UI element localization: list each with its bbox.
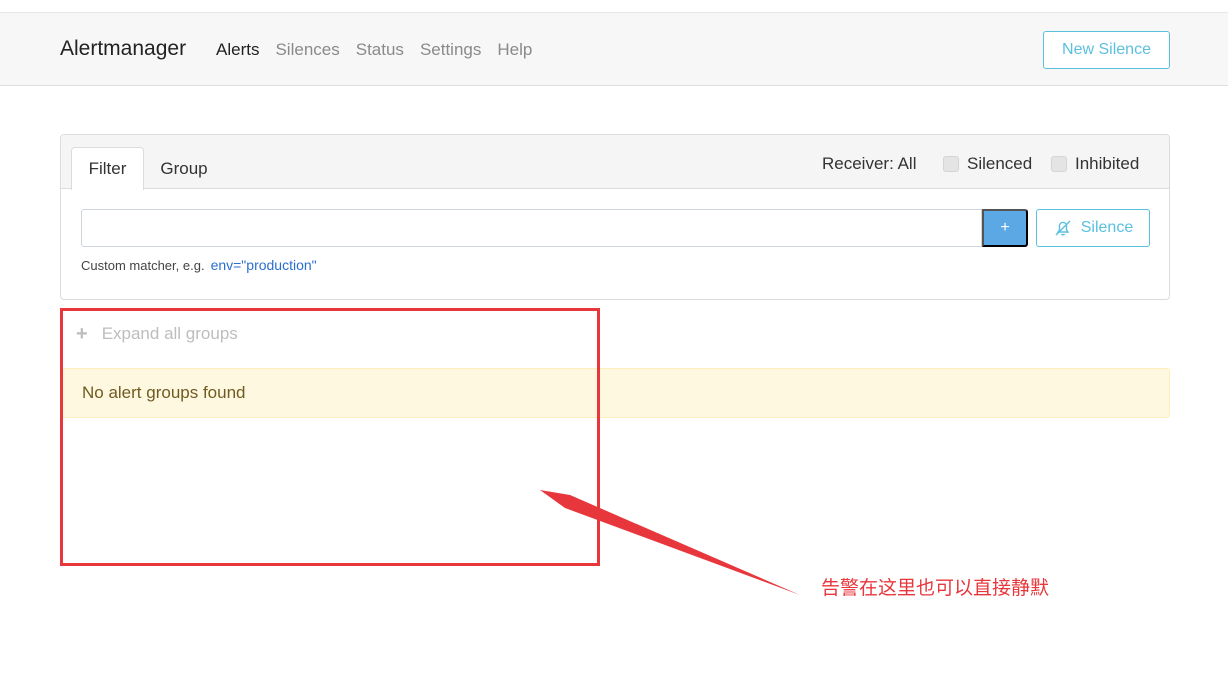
inhibited-checkbox[interactable] xyxy=(1051,156,1067,172)
plus-icon: + xyxy=(76,323,88,345)
nav-help[interactable]: Help xyxy=(497,40,532,60)
silenced-checkbox-label[interactable]: Silenced xyxy=(943,154,1032,174)
silence-button[interactable]: Silence xyxy=(1036,209,1150,247)
new-silence-button[interactable]: New Silence xyxy=(1043,31,1170,69)
nav-links: Alerts Silences Status Settings Help xyxy=(216,40,532,60)
alertmanager-page: Alertmanager Alerts Silences Status Sett… xyxy=(0,0,1228,693)
silence-button-label: Silence xyxy=(1080,219,1134,236)
inhibited-label: Inhibited xyxy=(1075,154,1140,173)
add-matcher-button[interactable]: + xyxy=(982,209,1028,247)
bell-slash-icon xyxy=(1055,220,1071,236)
receiver-selector[interactable]: Receiver: All xyxy=(822,154,916,174)
nav-silences[interactable]: Silences xyxy=(275,40,339,60)
tab-filter[interactable]: Filter xyxy=(71,147,144,190)
matcher-helper: Custom matcher, e.g. env="production" xyxy=(81,257,317,273)
helper-example: env="production" xyxy=(210,257,317,273)
annotation-text: 告警在这里也可以直接静默 xyxy=(821,577,1050,599)
nav-alerts[interactable]: Alerts xyxy=(216,40,259,60)
silenced-checkbox[interactable] xyxy=(943,156,959,172)
filter-card: Filter Group Receiver: All Silenced Inhi… xyxy=(60,134,1170,300)
filter-card-header: Filter Group Receiver: All Silenced Inhi… xyxy=(61,135,1169,190)
navbar: Alertmanager Alerts Silences Status Sett… xyxy=(0,12,1228,86)
no-alert-groups-message: No alert groups found xyxy=(61,368,1170,418)
matcher-input[interactable] xyxy=(81,209,982,247)
helper-text: Custom matcher, e.g. xyxy=(81,258,205,273)
annotation-highlight-box xyxy=(60,308,600,566)
expand-all-groups-label: Expand all groups xyxy=(101,324,238,343)
brand-logo[interactable]: Alertmanager xyxy=(60,37,186,61)
tab-group[interactable]: Group xyxy=(149,147,219,190)
nav-settings[interactable]: Settings xyxy=(420,40,481,60)
expand-all-groups-button[interactable]: + Expand all groups xyxy=(76,324,238,344)
silenced-label: Silenced xyxy=(967,154,1033,173)
empty-message-text: No alert groups found xyxy=(82,383,246,402)
inhibited-checkbox-label[interactable]: Inhibited xyxy=(1051,154,1139,174)
nav-status[interactable]: Status xyxy=(356,40,404,60)
